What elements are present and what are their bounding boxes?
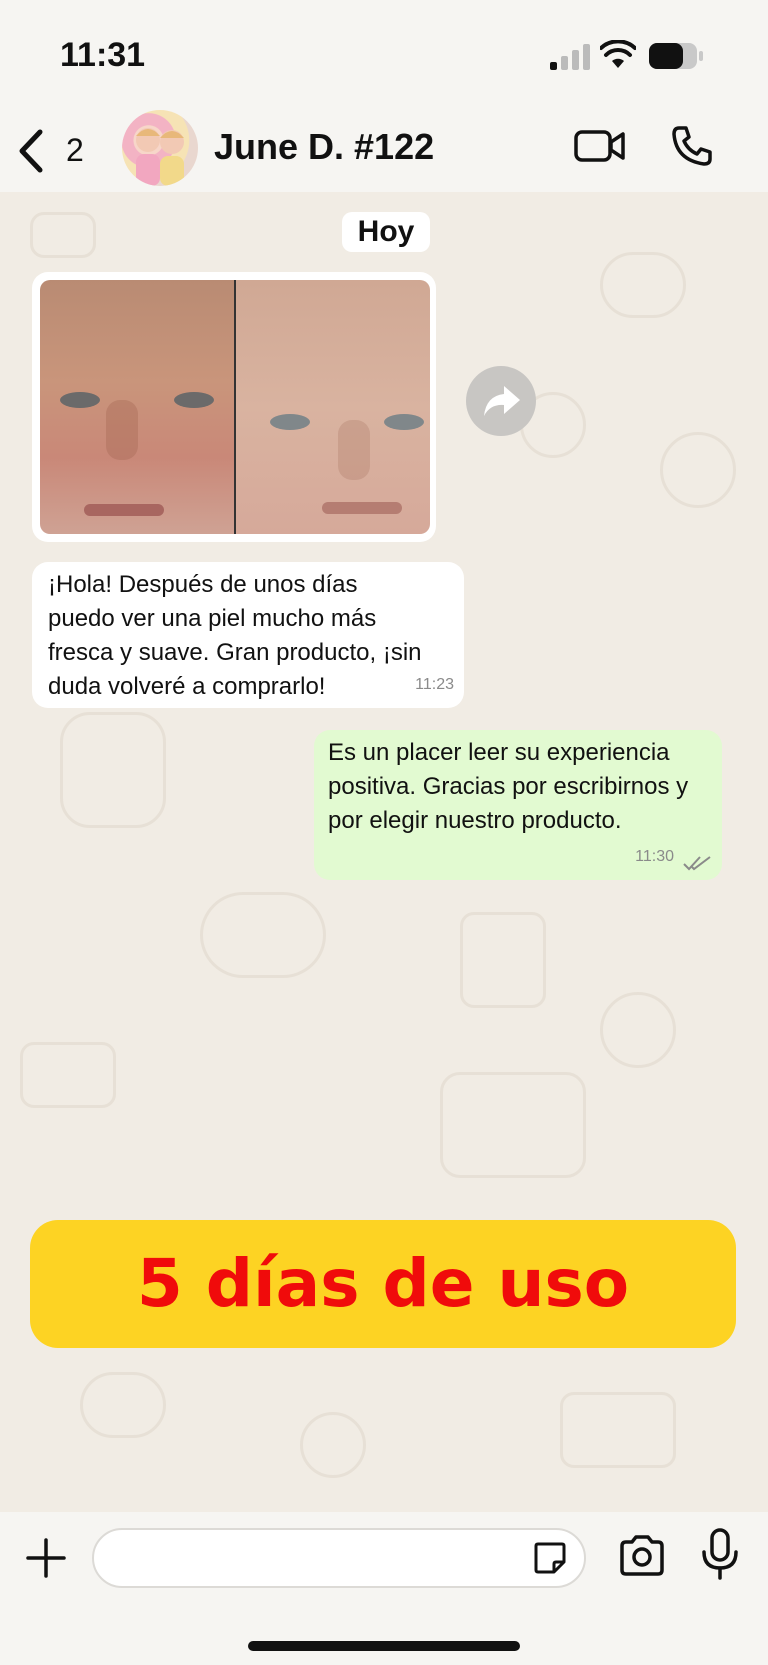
nose — [338, 420, 370, 480]
plus-icon[interactable] — [24, 1536, 68, 1580]
wallpaper-doodle — [460, 912, 546, 1008]
signal-icon — [550, 44, 590, 70]
after-photo — [236, 280, 430, 534]
input-bar — [0, 1512, 768, 1665]
wallpaper-doodle — [600, 252, 686, 318]
wallpaper-doodle — [80, 1372, 166, 1438]
eye — [270, 414, 310, 430]
sticker-icon[interactable] — [532, 1540, 568, 1576]
nose — [106, 400, 138, 460]
before-photo — [40, 280, 234, 534]
wallpaper-doodle — [30, 212, 96, 258]
incoming-message[interactable]: ¡Hola! Después de unos días puedo ver un… — [32, 562, 464, 708]
unread-count[interactable]: 2 — [66, 132, 84, 169]
eye — [60, 392, 100, 408]
eye — [174, 392, 214, 408]
home-indicator[interactable] — [248, 1641, 520, 1651]
message-text: ¡Hola! Después de unos días puedo ver un… — [48, 571, 422, 700]
forward-button[interactable] — [466, 366, 536, 436]
wallpaper-doodle — [560, 1392, 676, 1468]
microphone-icon[interactable] — [700, 1528, 740, 1580]
outgoing-message[interactable]: Es un placer leer su experiencia positiv… — [314, 730, 722, 880]
forward-arrow-icon — [484, 386, 520, 416]
video-camera-icon[interactable] — [574, 128, 626, 164]
read-ticks-icon — [683, 856, 711, 871]
eye — [384, 414, 424, 430]
wifi-icon — [600, 40, 636, 68]
status-time: 11:31 — [60, 36, 146, 74]
wallpaper-doodle — [440, 1072, 586, 1178]
battery-icon — [649, 43, 703, 69]
message-text: Es un placer leer su experiencia positiv… — [328, 739, 689, 834]
promo-banner: 5 días de uso — [30, 1220, 736, 1348]
message-input[interactable] — [92, 1528, 586, 1588]
chat-header: 2 June D. #122 — [0, 110, 768, 192]
date-separator: Hoy — [342, 212, 430, 252]
message-time: 11:23 — [415, 676, 454, 693]
wallpaper-doodle — [660, 432, 736, 508]
mouth — [84, 504, 164, 516]
contact-name[interactable]: June D. #122 — [214, 126, 434, 168]
before-after-photo[interactable] — [40, 280, 430, 534]
image-message[interactable] — [32, 272, 436, 542]
mouth — [322, 502, 402, 514]
camera-icon[interactable] — [618, 1534, 666, 1578]
chevron-left-icon[interactable] — [14, 126, 46, 176]
phone-icon[interactable] — [670, 124, 714, 168]
wallpaper-doodle — [20, 1042, 116, 1108]
wallpaper-doodle — [200, 892, 326, 978]
wallpaper-doodle — [60, 712, 166, 828]
avatar[interactable] — [122, 110, 198, 186]
wallpaper-doodle — [300, 1412, 366, 1478]
message-time: 11:30 — [635, 848, 674, 865]
wallpaper-doodle — [600, 992, 676, 1068]
status-bar: 11:31 — [0, 0, 768, 110]
